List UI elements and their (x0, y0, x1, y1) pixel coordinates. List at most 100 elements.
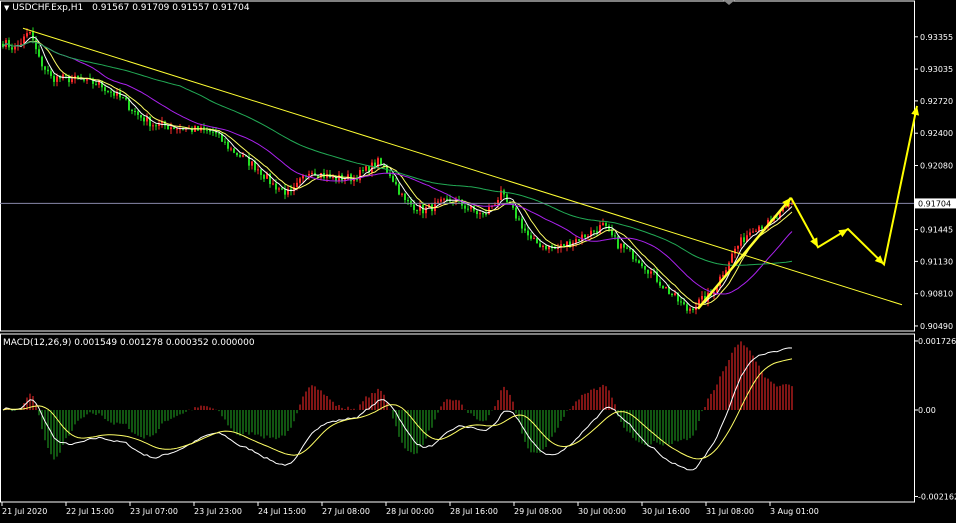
candle-body (476, 210, 478, 215)
candle (659, 278, 661, 288)
candle-body (272, 183, 274, 185)
mt4-chart[interactable]: ▼ USDCHF.Exp,H1 0.91567 0.91709 0.91557 … (0, 0, 956, 519)
candle (644, 265, 646, 274)
candle (248, 152, 250, 171)
candle-body (125, 97, 127, 100)
candle (434, 197, 436, 215)
candle-body (401, 193, 403, 195)
candle-body (467, 208, 469, 210)
candle-body (332, 176, 334, 178)
candle (518, 215, 520, 221)
chart-canvas[interactable]: 0.93355 0.93035 0.92720 0.92400 0.92080 0.914… (0, 0, 956, 519)
time-tick-label: 29 Jul 08:00 (514, 507, 562, 516)
candle-body (662, 285, 664, 289)
candle-body (134, 111, 136, 113)
candle-body (236, 152, 238, 156)
candle-body (104, 87, 106, 91)
candle (350, 173, 352, 185)
candle (155, 123, 157, 131)
candle-body (395, 181, 397, 185)
macd-header: MACD(12,26,9) 0.001549 0.001278 0.000352… (3, 338, 255, 348)
candle-body (122, 97, 124, 99)
candle (212, 126, 214, 137)
candle-body (176, 128, 178, 130)
candle-body (143, 117, 145, 122)
candle-body (224, 141, 226, 143)
candle-body (140, 114, 142, 118)
candle (233, 147, 235, 154)
time-tick-label: 3 Aug 01:00 (770, 507, 819, 516)
candle-body (215, 132, 217, 134)
candle-body (410, 201, 412, 205)
candle (107, 90, 109, 94)
candle-body (674, 293, 676, 296)
candle-body (263, 174, 265, 179)
candle-body (464, 205, 466, 209)
candle (671, 292, 673, 297)
candle (347, 170, 349, 181)
candle-body (641, 263, 643, 267)
price-tick-label: 0.93355 (920, 33, 953, 42)
candle-body (371, 162, 373, 173)
chart-menu-icon[interactable]: ▼ (4, 4, 9, 12)
candle (29, 31, 31, 35)
time-tick-label: 28 Jul 16:00 (450, 507, 498, 516)
candle (530, 232, 532, 241)
symbol-label: USDCHF.Exp,H1 (12, 3, 84, 13)
candle (239, 153, 241, 158)
time-tick-label: 30 Jul 00:00 (578, 507, 626, 516)
candle (140, 114, 142, 122)
price-tick-label: 0.92720 (920, 97, 953, 106)
candle (146, 113, 148, 126)
candle-body (647, 269, 649, 274)
candle-body (29, 31, 31, 34)
candle (32, 27, 34, 44)
macd-main-line (2, 347, 793, 471)
candle-body (41, 56, 43, 67)
candle-body (407, 199, 409, 202)
candle-body (575, 239, 577, 243)
candle-body (302, 175, 304, 179)
candle (260, 169, 262, 180)
candle (557, 243, 559, 254)
candle-body (44, 66, 46, 70)
candle (623, 242, 625, 253)
candle (749, 228, 751, 238)
time-tick-label: 30 Jul 16:00 (642, 507, 690, 516)
candle-body (233, 148, 235, 153)
ma-green-line (2, 41, 793, 266)
candle-body (728, 262, 730, 271)
candle (635, 255, 637, 263)
candle-body (173, 127, 175, 129)
candle (251, 161, 253, 170)
candle-body (563, 244, 565, 247)
candle-body (638, 260, 640, 264)
candle (71, 74, 73, 84)
price-tick-label: 0.93035 (920, 65, 953, 74)
macd-signal-line (2, 358, 793, 460)
candle-body (131, 109, 133, 112)
candle (191, 126, 193, 135)
candle (752, 228, 754, 233)
candle-body (218, 133, 220, 135)
candle-body (737, 245, 739, 249)
candle (272, 179, 274, 186)
candle-body (311, 172, 313, 174)
candle-body (584, 234, 586, 238)
candle-body (530, 235, 532, 239)
candle (173, 127, 175, 130)
candle-body (629, 248, 631, 250)
candle-body (257, 169, 259, 171)
candle-body (578, 239, 580, 241)
candle (311, 170, 313, 178)
price-tick-label: 0.91445 (920, 226, 953, 235)
candle-body (413, 204, 415, 211)
candle-body (692, 308, 694, 311)
chart-header: ▼ USDCHF.Exp,H1 0.91567 0.91709 0.91557 … (4, 3, 250, 13)
candle (359, 167, 361, 184)
candle-body (731, 253, 733, 263)
candle-body (518, 218, 520, 220)
candle (278, 186, 280, 192)
candle-body (545, 245, 547, 250)
time-tick-label: 21 Jul 2020 (2, 507, 47, 516)
